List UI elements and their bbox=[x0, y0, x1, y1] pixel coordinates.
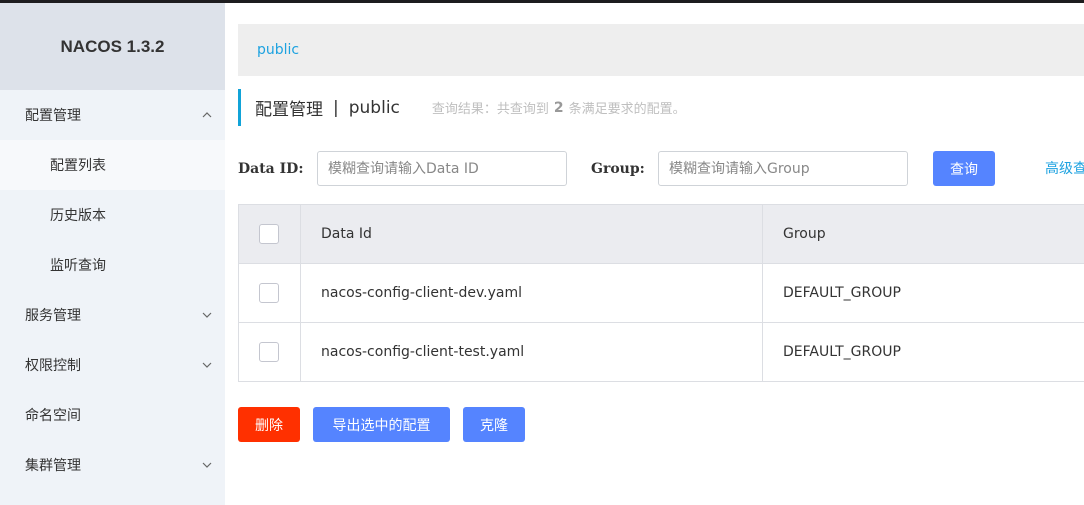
title-separator: | bbox=[333, 97, 339, 118]
header-checkbox-cell bbox=[238, 204, 301, 264]
sidebar-item-label: 配置管理 bbox=[25, 108, 81, 124]
header-data-id: Data Id bbox=[300, 204, 763, 264]
table-row: nacos-config-client-dev.yaml DEFAULT_GRO… bbox=[238, 263, 1084, 323]
group-input[interactable] bbox=[658, 151, 908, 186]
sidebar-item-label: 权限控制 bbox=[25, 358, 81, 374]
sidebar-item-namespace[interactable]: 命名空间 bbox=[0, 390, 225, 440]
sidebar: NACOS 1.3.2 配置管理 配置列表 历史版本 监听查询 服务管理 权限控… bbox=[0, 3, 225, 505]
sidebar-item-label: 服务管理 bbox=[25, 308, 81, 324]
sidebar-item-label: 监听查询 bbox=[50, 258, 106, 274]
sidebar-item-label: 历史版本 bbox=[50, 208, 106, 224]
table-row: nacos-config-client-test.yaml DEFAULT_GR… bbox=[238, 322, 1084, 382]
query-button[interactable]: 查询 bbox=[933, 151, 995, 186]
cell-data-id: nacos-config-client-dev.yaml bbox=[300, 263, 763, 323]
sidebar-item-service-management[interactable]: 服务管理 bbox=[0, 290, 225, 340]
cell-group: DEFAULT_GROUP bbox=[762, 263, 1084, 323]
data-id-label: Data ID: bbox=[238, 161, 304, 177]
namespace-bar: public bbox=[238, 24, 1084, 76]
main-content: public 配置管理 | public 查询结果：共查询到 2 条满足要求的配… bbox=[225, 3, 1084, 505]
table-header-row: Data Id Group bbox=[238, 204, 1084, 264]
sidebar-item-label: 配置列表 bbox=[50, 158, 106, 174]
cell-group: DEFAULT_GROUP bbox=[762, 322, 1084, 382]
sidebar-item-config-management[interactable]: 配置管理 bbox=[0, 90, 225, 140]
select-all-checkbox[interactable] bbox=[259, 224, 279, 244]
chevron-down-icon bbox=[201, 459, 213, 471]
row-checkbox-cell bbox=[238, 263, 301, 323]
clone-button[interactable]: 克隆 bbox=[463, 407, 525, 442]
result-count: 2 bbox=[553, 99, 564, 116]
title-namespace: public bbox=[348, 97, 400, 118]
chevron-down-icon bbox=[201, 309, 213, 321]
sidebar-item-config-list[interactable]: 配置列表 bbox=[0, 140, 225, 190]
brand-logo: NACOS 1.3.2 bbox=[0, 3, 225, 90]
result-prefix: 查询结果：共查询到 bbox=[431, 102, 549, 117]
cell-data-id: nacos-config-client-test.yaml bbox=[300, 322, 763, 382]
sidebar-item-label: 集群管理 bbox=[25, 458, 81, 474]
data-id-input[interactable] bbox=[317, 151, 567, 186]
query-result-summary: 查询结果：共查询到 2 条满足要求的配置。 bbox=[431, 98, 686, 118]
sidebar-item-label: 命名空间 bbox=[25, 408, 81, 424]
row-checkbox-cell bbox=[238, 322, 301, 382]
advanced-query-link[interactable]: 高级查 bbox=[1045, 151, 1084, 187]
sidebar-item-history-version[interactable]: 历史版本 bbox=[0, 190, 225, 240]
chevron-down-icon bbox=[201, 359, 213, 371]
sidebar-item-listener-query[interactable]: 监听查询 bbox=[0, 240, 225, 290]
namespace-link-public[interactable]: public bbox=[257, 42, 299, 58]
sidebar-item-permission-control[interactable]: 权限控制 bbox=[0, 340, 225, 390]
page-title-row: 配置管理 | public 查询结果：共查询到 2 条满足要求的配置。 bbox=[238, 89, 1078, 126]
search-form: Data ID: Group: 查询 高级查 bbox=[238, 151, 1084, 187]
group-label: Group: bbox=[591, 161, 645, 177]
result-suffix: 条满足要求的配置。 bbox=[568, 102, 686, 117]
sidebar-item-cluster-management[interactable]: 集群管理 bbox=[0, 440, 225, 490]
header-group: Group bbox=[762, 204, 1084, 264]
row-checkbox[interactable] bbox=[259, 283, 279, 303]
export-selected-button[interactable]: 导出选中的配置 bbox=[313, 407, 450, 442]
chevron-up-icon bbox=[201, 109, 213, 121]
row-checkbox[interactable] bbox=[259, 342, 279, 362]
config-table: Data Id Group nacos-config-client-dev.ya… bbox=[238, 204, 1084, 382]
page-title: 配置管理 bbox=[255, 100, 323, 120]
delete-button[interactable]: 删除 bbox=[238, 407, 300, 442]
